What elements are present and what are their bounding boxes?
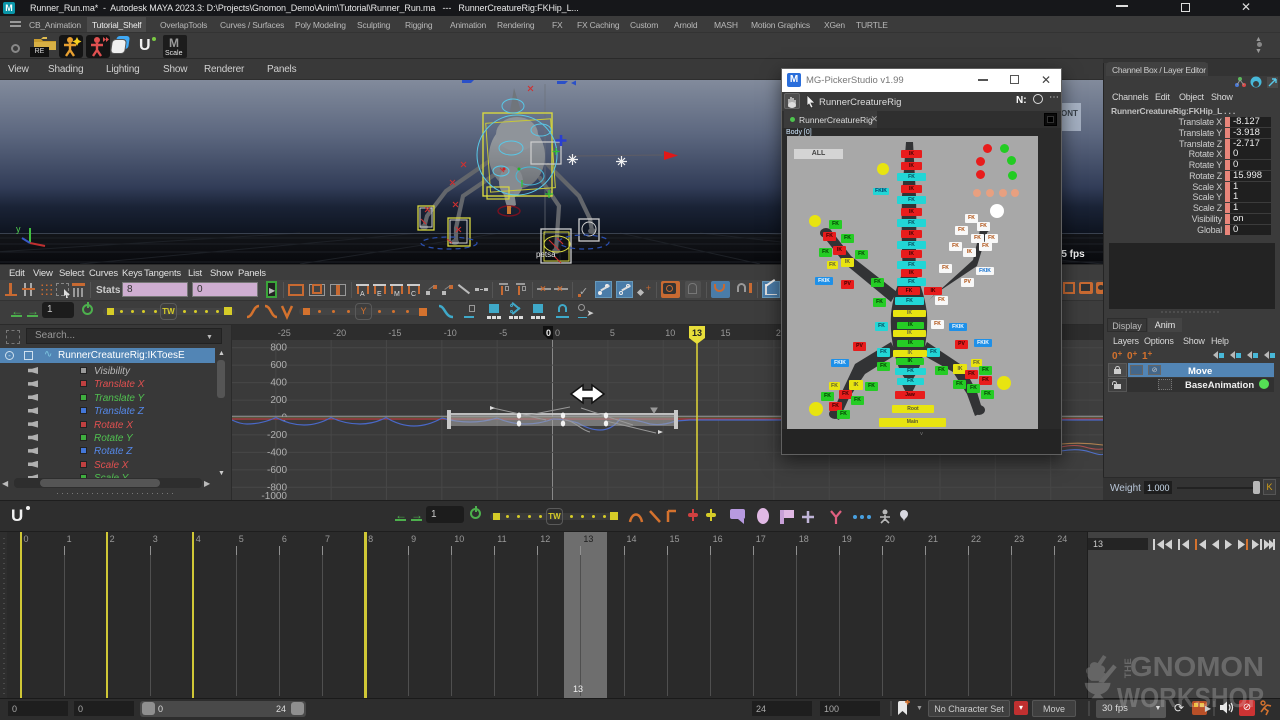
svg-text:-200: -200 [267, 430, 287, 441]
svg-text:-10: -10 [444, 328, 457, 338]
svg-text:-20: -20 [333, 328, 346, 338]
svg-text:0: 0 [546, 328, 551, 338]
svg-text:petsa: petsa [536, 250, 556, 259]
svg-text:10: 10 [665, 328, 675, 338]
svg-text:13: 13 [692, 328, 702, 338]
svg-text:-600: -600 [267, 465, 287, 476]
svg-text:5: 5 [610, 328, 615, 338]
svg-text:-15: -15 [388, 328, 401, 338]
svg-text:-25: -25 [278, 328, 291, 338]
svg-text:800: 800 [270, 343, 287, 354]
svg-text:0: 0 [555, 328, 560, 338]
svg-text:400: 400 [270, 378, 287, 389]
svg-text:-5: -5 [499, 328, 507, 338]
svg-text:15: 15 [721, 328, 731, 338]
svg-text:-1000: -1000 [261, 491, 287, 500]
svg-text:600: 600 [270, 360, 287, 371]
svg-text:y: y [16, 224, 21, 234]
svg-text:200: 200 [270, 395, 287, 406]
svg-text:ONT: ONT [1061, 109, 1078, 118]
svg-text:-400: -400 [267, 447, 287, 458]
